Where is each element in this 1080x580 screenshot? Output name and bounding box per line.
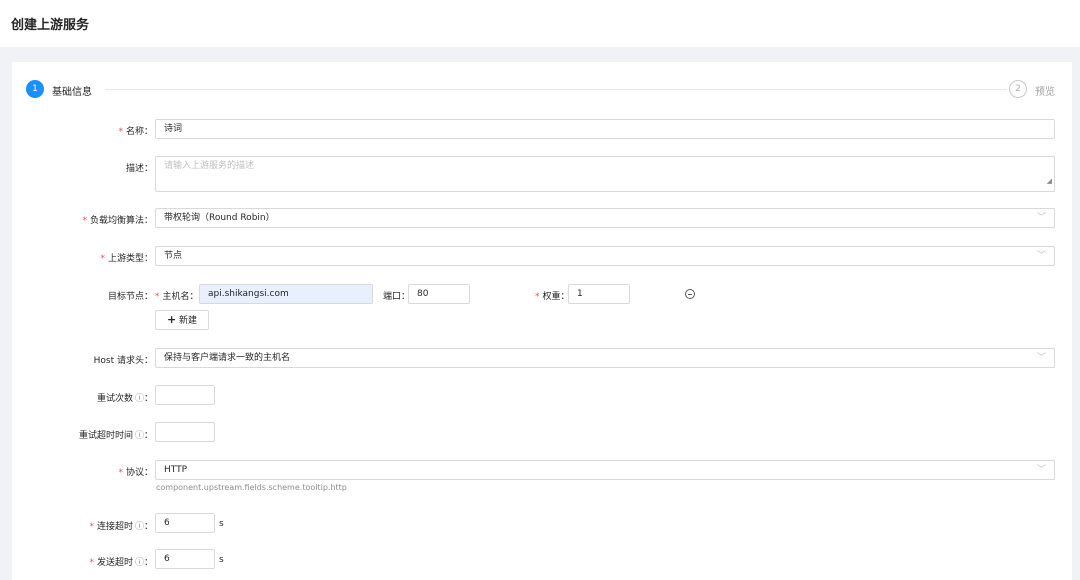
description-label: 描述： xyxy=(125,164,153,174)
page-title: 创建上游服务 xyxy=(11,18,90,33)
port-input[interactable]: 80 xyxy=(408,284,470,304)
load-balance-select[interactable]: 带权轮询（Round Robin） ﹀ xyxy=(155,208,1055,228)
question-circle-icon[interactable]: ⓘ xyxy=(135,394,144,404)
description-textarea[interactable]: 请输入上游服务的描述 ◢ xyxy=(155,156,1055,192)
retry-timeout-input[interactable] xyxy=(155,422,215,442)
page-header: 创建上游服务 xyxy=(0,0,1080,47)
host-input[interactable]: api.shikangsi.com xyxy=(199,284,373,304)
target-nodes-label: 目标节点： xyxy=(107,292,153,302)
description-placeholder: 请输入上游服务的描述 xyxy=(164,161,255,171)
add-node-button[interactable]: + 新建 xyxy=(155,310,209,330)
send-timeout-unit: s xyxy=(219,555,224,565)
upstream-type-label: * 上游类型： xyxy=(100,254,153,264)
weight-label: * 权重： xyxy=(535,292,570,302)
send-timeout-value: 6 xyxy=(164,554,170,564)
connect-timeout-label: * 连接超时 ⓘ： xyxy=(89,522,153,532)
scheme-value: HTTP xyxy=(164,465,188,475)
host-header-value: 保持与客户端请求一致的主机名 xyxy=(164,353,291,363)
question-circle-icon[interactable]: ⓘ xyxy=(135,558,144,568)
retries-input[interactable] xyxy=(155,385,215,405)
chevron-down-icon: ﹀ xyxy=(1036,353,1046,363)
chevron-down-icon: ﹀ xyxy=(1036,465,1046,475)
chevron-down-icon: ﹀ xyxy=(1036,251,1046,261)
retries-label: 重试次数 ⓘ： xyxy=(96,394,153,404)
connect-timeout-value: 6 xyxy=(164,518,170,528)
connect-timeout-unit: s xyxy=(219,519,224,529)
step-1-indicator: 1 xyxy=(26,80,44,98)
retry-timeout-label: 重试超时时间 ⓘ： xyxy=(78,431,153,441)
scheme-label: * 协议： xyxy=(118,468,153,478)
scheme-hint: component.upstream.fields.scheme.tooltip… xyxy=(156,483,347,492)
chevron-down-icon: ﹀ xyxy=(1036,213,1046,223)
load-balance-value: 带权轮询（Round Robin） xyxy=(164,213,275,223)
upstream-type-value: 节点 xyxy=(164,251,183,261)
weight-input[interactable]: 1 xyxy=(568,284,630,304)
resize-handle-icon[interactable]: ◢ xyxy=(1047,172,1052,190)
scheme-select[interactable]: HTTP ﹀ xyxy=(155,460,1055,480)
host-header-label: Host 请求头： xyxy=(93,356,153,366)
step-2-indicator: 2 xyxy=(1009,80,1027,98)
add-node-label: 新建 xyxy=(179,316,198,326)
step-2-label: 预览 xyxy=(1035,87,1055,98)
port-value: 80 xyxy=(417,289,429,299)
name-value: 诗词 xyxy=(164,124,183,134)
minus-circle-icon[interactable] xyxy=(685,289,695,299)
upstream-type-select[interactable]: 节点 ﹀ xyxy=(155,246,1055,266)
host-header-select[interactable]: 保持与客户端请求一致的主机名 ﹀ xyxy=(155,348,1055,368)
send-timeout-input[interactable]: 6 xyxy=(155,549,215,569)
load-balance-label: * 负载均衡算法： xyxy=(82,216,153,226)
plus-icon: + xyxy=(166,313,177,326)
weight-value: 1 xyxy=(577,289,583,299)
step-1-label: 基础信息 xyxy=(52,87,92,98)
send-timeout-label: * 发送超时 ⓘ： xyxy=(89,558,153,568)
host-value: api.shikangsi.com xyxy=(208,289,289,299)
connect-timeout-input[interactable]: 6 xyxy=(155,513,215,533)
port-label: 端口： xyxy=(383,292,411,302)
name-label: * 名称： xyxy=(118,127,153,137)
step-connector xyxy=(105,89,1007,90)
host-label: * 主机名： xyxy=(155,292,199,302)
name-input[interactable]: 诗词 xyxy=(155,119,1055,139)
question-circle-icon[interactable]: ⓘ xyxy=(135,522,144,532)
form-card: 1 基础信息 2 预览 * 名称： 诗词 描述： 请输入上游服务的描述 ◢ * 负载… xyxy=(12,62,1072,580)
question-circle-icon[interactable]: ⓘ xyxy=(135,431,144,441)
